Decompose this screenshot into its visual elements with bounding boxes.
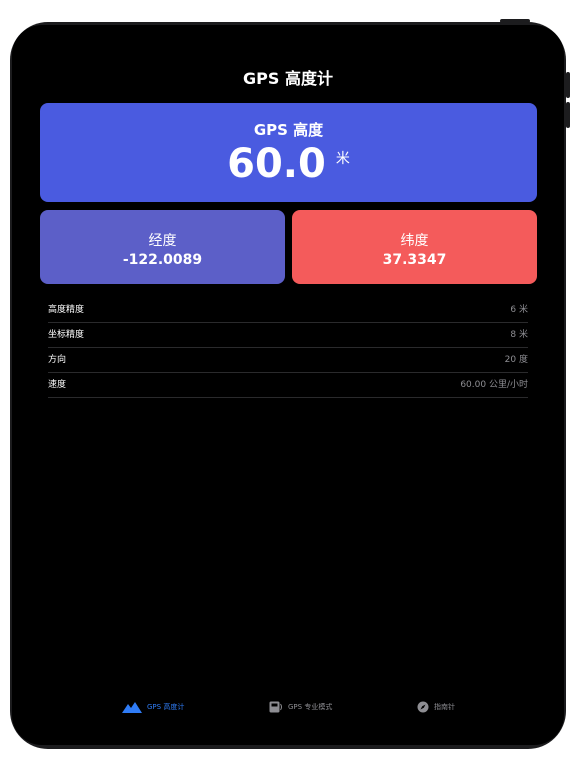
latitude-card: 纬度 37.3347 — [292, 210, 537, 284]
latitude-value: 37.3347 — [382, 252, 447, 268]
tab-bar: GPS 高度计 GPS 专业模式 指南针 — [12, 701, 564, 723]
tab-gps-pro-mode[interactable]: GPS 专业模式 — [269, 701, 332, 713]
compass-icon — [417, 701, 429, 713]
tab-compass[interactable]: 指南针 — [417, 701, 455, 713]
details-list: 高度精度 6 米 坐标精度 8 米 方向 20 度 速度 60.00 公里/小时 — [48, 298, 528, 398]
tab-gps-altimeter[interactable]: GPS 高度计 — [122, 701, 184, 713]
altitude-card: GPS 高度 60.0 米 — [40, 103, 537, 202]
altitude-value: 60.0 — [227, 141, 326, 187]
longitude-card: 经度 -122.0089 — [40, 210, 285, 284]
tab-label: GPS 高度计 — [147, 703, 185, 711]
detail-value: 6 米 — [510, 305, 528, 315]
detail-label: 方向 — [48, 355, 67, 365]
detail-label: 速度 — [48, 380, 67, 390]
list-item: 方向 20 度 — [48, 348, 528, 373]
list-item: 速度 60.00 公里/小时 — [48, 373, 528, 398]
volume-up-button — [566, 72, 570, 98]
list-item: 坐标精度 8 米 — [48, 323, 528, 348]
page-title: GPS 高度计 — [243, 69, 333, 88]
mountain-icon — [122, 702, 142, 713]
altitude-value-row: 60.0 米 — [40, 141, 537, 187]
detail-label: 坐标精度 — [48, 330, 85, 340]
altitude-label: GPS 高度 — [253, 121, 324, 139]
longitude-value: -122.0089 — [122, 252, 203, 268]
detail-label: 高度精度 — [48, 305, 85, 315]
detail-value: 8 米 — [510, 330, 528, 340]
tab-label: GPS 专业模式 — [288, 703, 333, 711]
longitude-label: 经度 — [148, 233, 177, 249]
pro-mode-icon — [269, 701, 282, 713]
detail-value: 60.00 公里/小时 — [460, 380, 528, 390]
latitude-label: 纬度 — [400, 233, 429, 249]
tab-label: 指南针 — [434, 703, 455, 711]
app-screen: GPS 高度计 GPS 高度 60.0 米 经度 -122.0089 纬度 37.… — [12, 25, 564, 745]
detail-value: 20 度 — [504, 355, 528, 365]
list-item: 高度精度 6 米 — [48, 298, 528, 323]
altitude-unit: 米 — [335, 151, 350, 167]
volume-down-button — [566, 102, 570, 128]
